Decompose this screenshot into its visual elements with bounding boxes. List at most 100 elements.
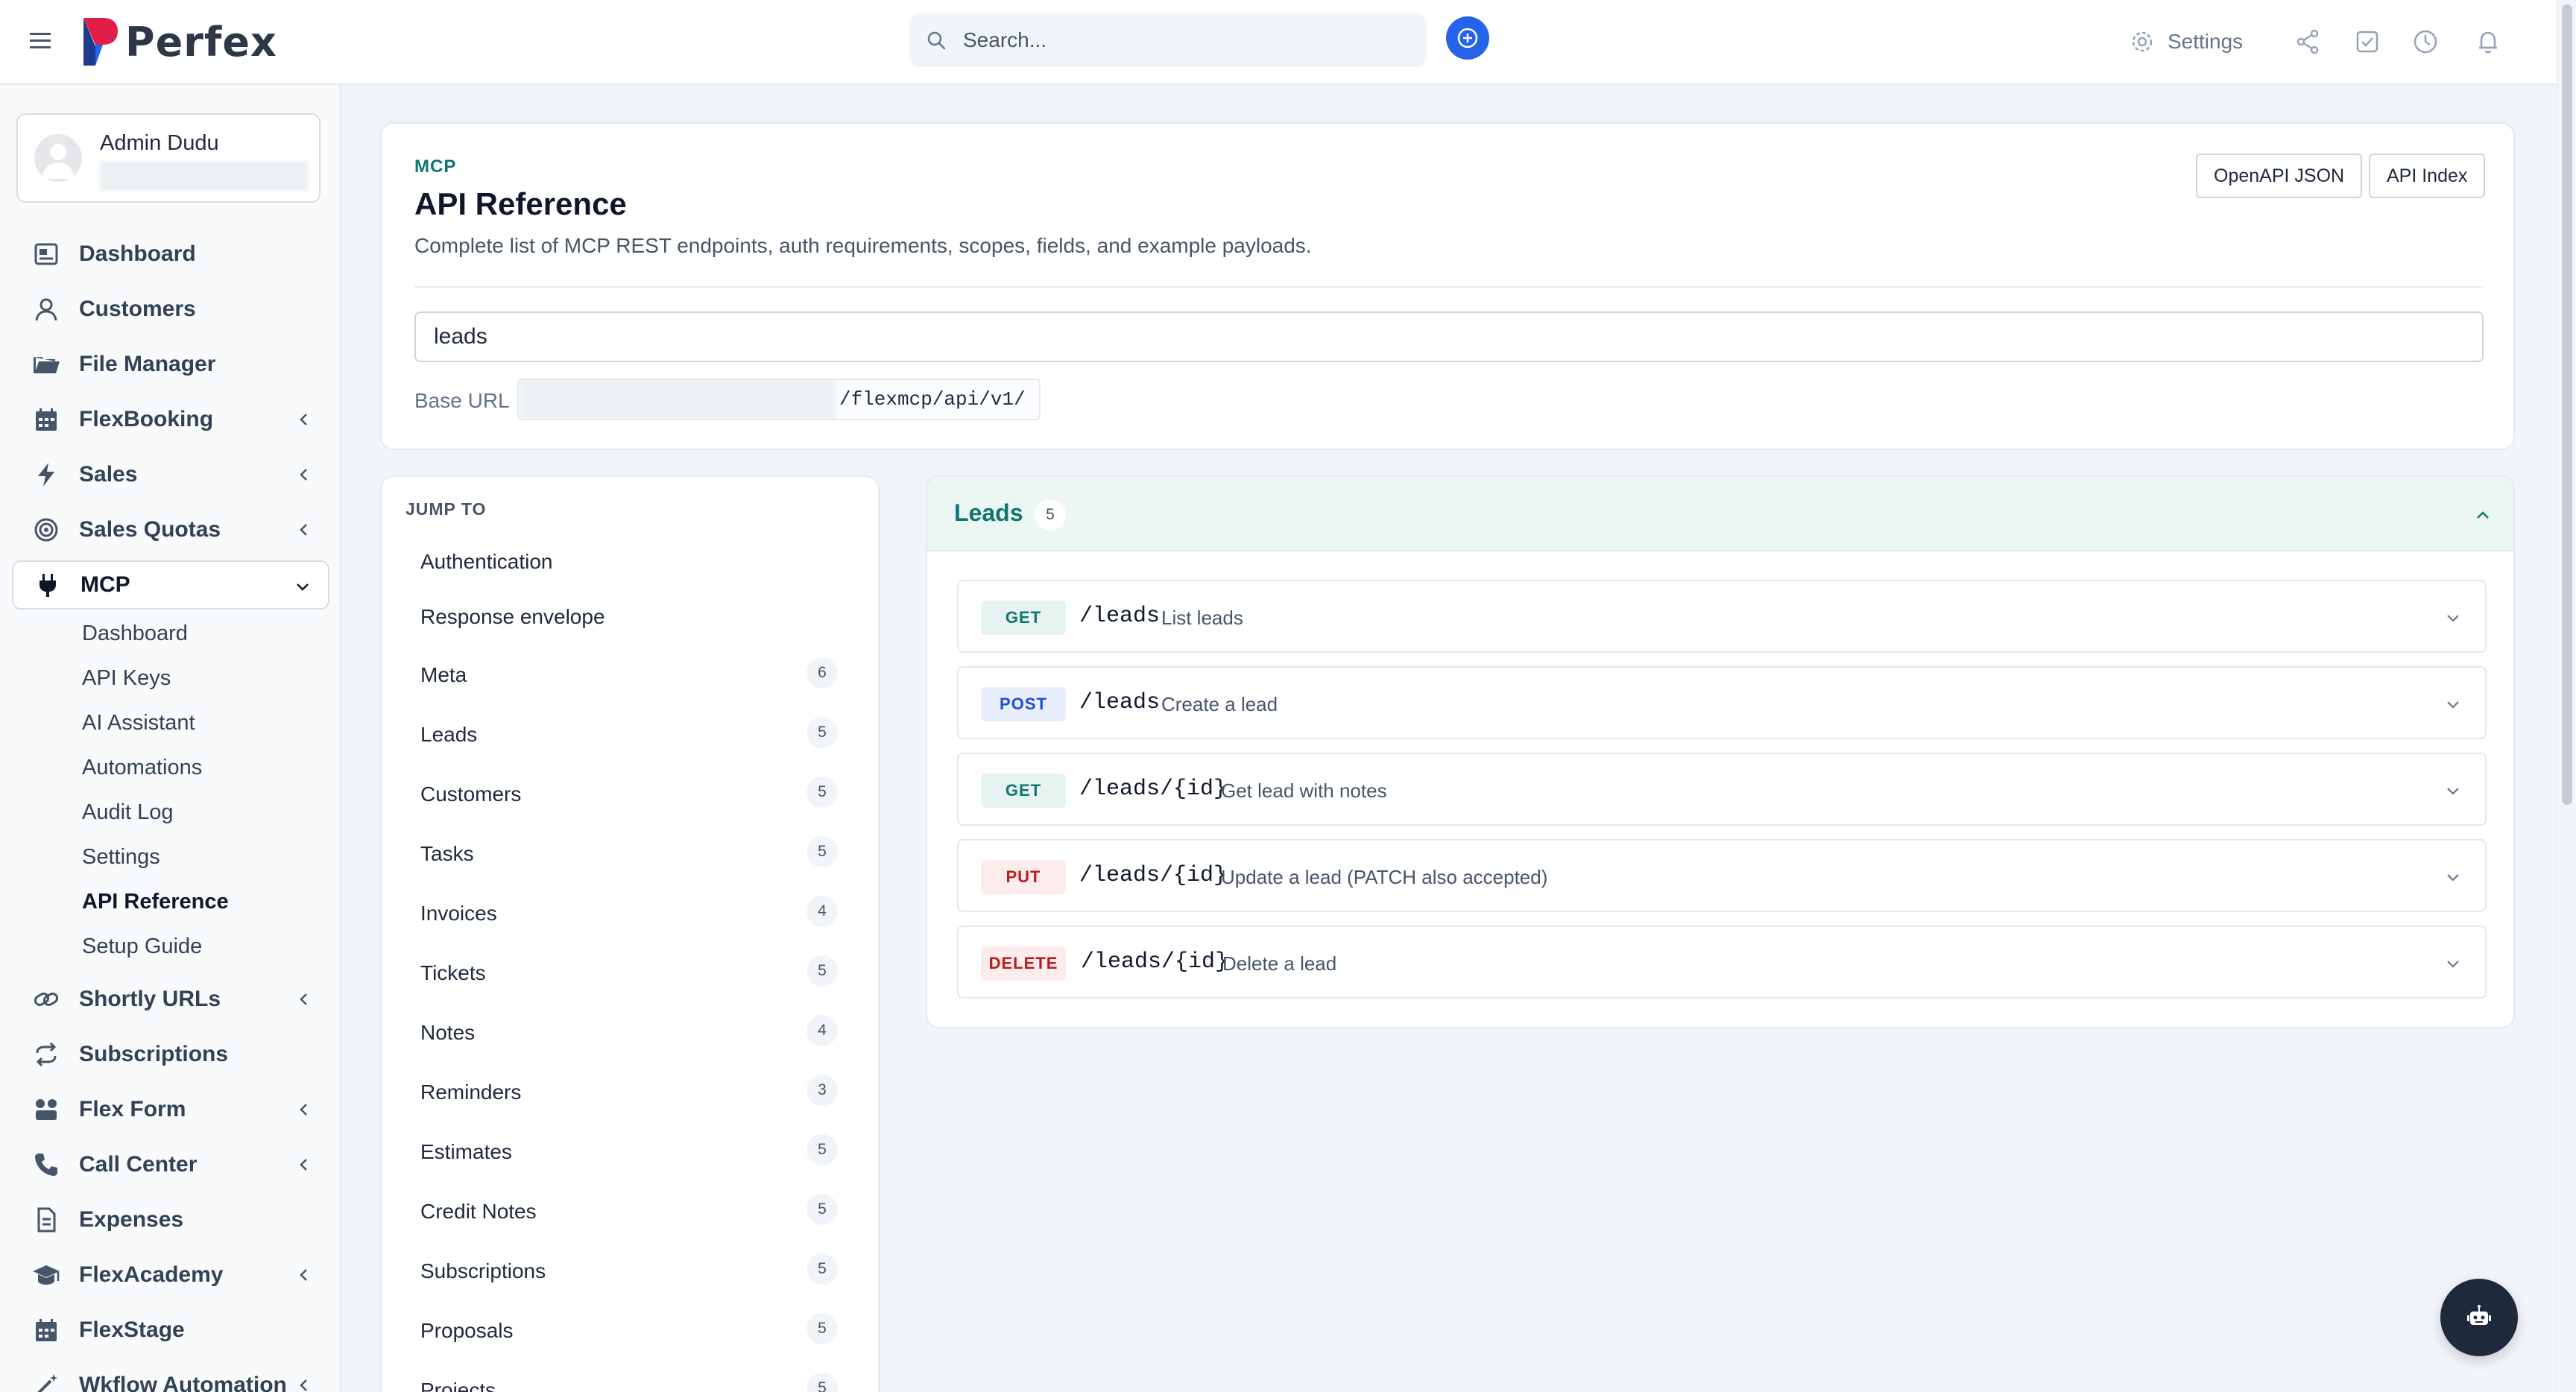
jump-item-authentication[interactable]: Authentication [420, 550, 552, 574]
count-badge: 5 [806, 1194, 838, 1225]
sidebar-subitem-dashboard[interactable]: Dashboard [82, 621, 188, 646]
sidebar-item-wkflow-automation[interactable]: Wkflow Automation [12, 1361, 329, 1392]
sidebar-subitem-api-keys[interactable]: API Keys [82, 666, 171, 691]
sidebar-subitem-api-reference[interactable]: API Reference [82, 890, 229, 914]
ai-assistant-button[interactable] [2440, 1279, 2518, 1356]
jump-item-credit-notes[interactable]: Credit Notes [420, 1200, 537, 1224]
sidebar-item-shortly-urls[interactable]: Shortly URLs [12, 975, 329, 1024]
method-badge: GET [981, 773, 1066, 808]
chevron-down-icon [294, 578, 312, 595]
api-index-button[interactable]: API Index [2369, 154, 2486, 198]
sidebar-item-flexacademy[interactable]: FlexAcademy [12, 1250, 329, 1300]
chevron-left-icon [295, 1376, 313, 1392]
endpoint-row[interactable]: DELETE /leads/{id} Delete a lead [957, 926, 2487, 999]
count-badge: 5 [806, 836, 838, 867]
calendar-icon [31, 1315, 61, 1345]
chevron-down-icon [2443, 867, 2463, 887]
quick-create-button[interactable] [1446, 16, 1489, 60]
search-input[interactable] [963, 28, 1380, 52]
jump-item-proposals[interactable]: Proposals [420, 1319, 514, 1343]
settings-label: Settings [2168, 30, 2244, 53]
jump-to-panel: JUMP TO Authentication Response envelope… [380, 475, 880, 1392]
jump-item-customers[interactable]: Customers [420, 782, 521, 806]
page-description: Complete list of MCP REST endpoints, aut… [414, 234, 1312, 257]
sidebar-subitem-audit-log[interactable]: Audit Log [82, 800, 174, 825]
endpoint-row[interactable]: PUT /leads/{id} Update a lead (PATCH als… [957, 839, 2487, 912]
page-title: API Reference [414, 186, 627, 221]
endpoint-description: Delete a lead [1222, 952, 1337, 975]
sidebar-item-flex-form[interactable]: Flex Form [12, 1085, 329, 1134]
checkbox-icon[interactable] [2352, 27, 2382, 57]
sidebar-item-label: MCP [80, 572, 130, 597]
endpoint-row[interactable]: GET /leads/{id} Get lead with notes [957, 753, 2487, 826]
jump-item-subscriptions[interactable]: Subscriptions [420, 1259, 546, 1283]
sidebar-item-expenses[interactable]: Expenses [12, 1195, 329, 1244]
top-bar: Perfex Settings [0, 0, 2557, 85]
sidebar-subitem-ai-assistant[interactable]: AI Assistant [82, 711, 195, 735]
sidebar-item-dashboard[interactable]: Dashboard [12, 230, 329, 279]
endpoint-description: Get lead with notes [1221, 779, 1387, 802]
chevron-up-icon[interactable] [2472, 504, 2494, 526]
sidebar-item-sales-quotas[interactable]: Sales Quotas [12, 505, 329, 554]
endpoint-description: Update a lead (PATCH also accepted) [1221, 866, 1548, 888]
page-scrollbar[interactable] [2557, 0, 2576, 1392]
endpoint-filter-input[interactable] [414, 311, 2484, 362]
sidebar-item-flexbooking[interactable]: FlexBooking [12, 395, 329, 444]
jump-item-reminders[interactable]: Reminders [420, 1081, 521, 1104]
leads-section-header[interactable]: Leads 5 [927, 477, 2513, 551]
sidebar-subitem-setup-guide[interactable]: Setup Guide [82, 934, 202, 959]
endpoint-row[interactable]: POST /leads Create a lead [957, 666, 2487, 739]
jump-item-meta[interactable]: Meta [420, 663, 467, 687]
sidebar-item-sales[interactable]: Sales [12, 450, 329, 499]
sidebar-item-label: Customers [79, 297, 196, 321]
jump-item-notes[interactable]: Notes [420, 1021, 475, 1045]
count-badge: 5 [806, 1253, 838, 1285]
sidebar-item-label: Flex Form [79, 1097, 186, 1121]
jump-to-heading: JUMP TO [405, 499, 487, 519]
sidebar-item-customers[interactable]: Customers [12, 285, 329, 334]
endpoint-row[interactable]: GET /leads List leads [957, 580, 2487, 653]
jump-item-leads[interactable]: Leads [420, 723, 477, 747]
receipt-icon [31, 1205, 61, 1235]
sidebar-item-flexstage[interactable]: FlexStage [12, 1306, 329, 1355]
chevron-down-icon [2443, 695, 2463, 714]
sidebar-item-label: Expenses [79, 1207, 184, 1232]
count-badge: 5 [806, 1373, 838, 1392]
share-icon[interactable] [2293, 27, 2323, 57]
sidebar-subitem-automations[interactable]: Automations [82, 756, 202, 780]
sidebar-item-mcp[interactable]: MCP [12, 560, 329, 610]
openapi-json-button[interactable]: OpenAPI JSON [2196, 154, 2363, 198]
sidebar-item-subscriptions[interactable]: Subscriptions [12, 1030, 329, 1079]
menu-icon[interactable] [27, 28, 57, 54]
sidebar-item-call-center[interactable]: Call Center [12, 1140, 329, 1189]
user-card[interactable]: Admin Dudu [16, 113, 321, 203]
jump-item-invoices[interactable]: Invoices [420, 902, 497, 926]
settings-button[interactable]: Settings [2129, 25, 2243, 58]
count-badge: 4 [806, 896, 838, 927]
sidebar-item-label: File Manager [79, 352, 216, 376]
method-badge: POST [981, 687, 1066, 721]
global-search[interactable] [909, 13, 1427, 67]
perfex-logo[interactable]: Perfex [80, 15, 277, 69]
bell-icon[interactable] [2473, 27, 2503, 57]
scrollbar-thumb[interactable] [2562, 4, 2572, 805]
calendar-icon [31, 405, 61, 434]
sidebar-item-label: Sales Quotas [79, 517, 221, 542]
jump-item-estimates[interactable]: Estimates [420, 1140, 512, 1164]
sidebar-item-label: FlexStage [79, 1317, 185, 1342]
clock-icon[interactable] [2411, 27, 2440, 57]
sidebar-item-file-manager[interactable]: File Manager [12, 340, 329, 389]
count-badge: 4 [806, 1015, 838, 1046]
sidebar-subitem-settings[interactable]: Settings [82, 845, 160, 870]
method-badge: GET [981, 601, 1066, 635]
endpoint-description: Create a lead [1161, 693, 1278, 715]
graduation-cap-icon [31, 1260, 61, 1290]
jump-item-response-envelope[interactable]: Response envelope [420, 605, 605, 629]
jump-item-projects[interactable]: Projects [420, 1379, 496, 1392]
count-badge: 5 [806, 1134, 838, 1165]
sidebar: Admin Dudu Dashboard Customers File Mana… [0, 85, 341, 1392]
jump-item-tickets[interactable]: Tickets [420, 961, 486, 985]
jump-item-tasks[interactable]: Tasks [420, 842, 474, 866]
endpoint-path: /leads/{id} [1079, 776, 1228, 802]
chevron-left-icon [295, 990, 313, 1008]
